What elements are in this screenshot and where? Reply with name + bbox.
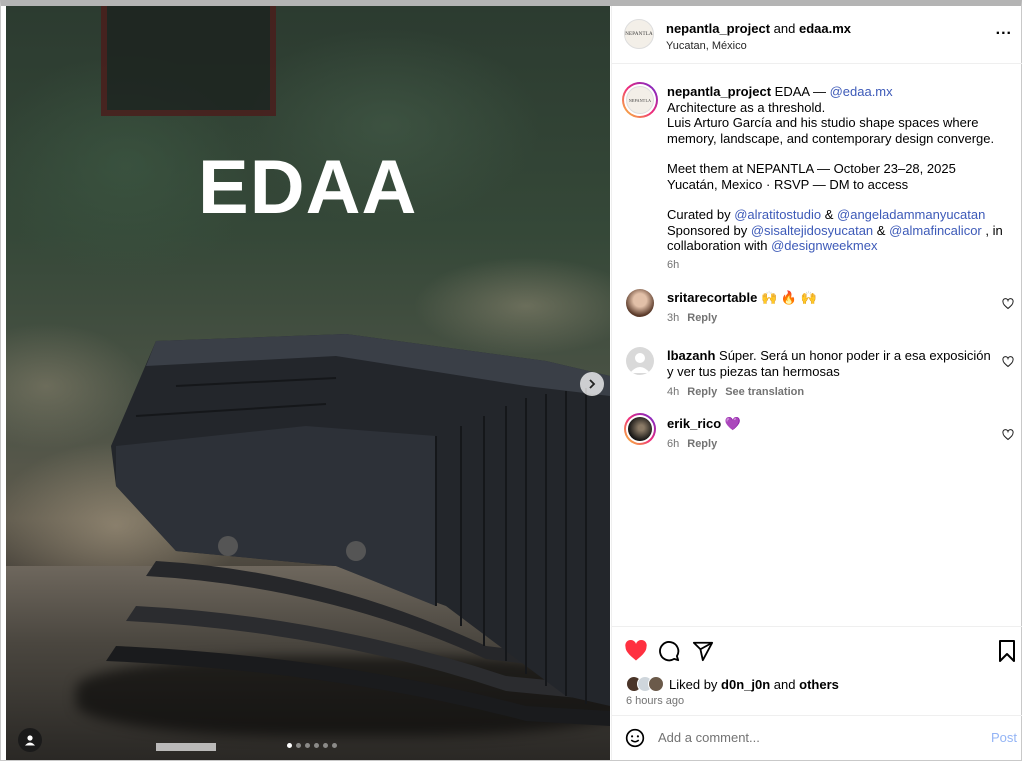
see-translation-button[interactable]: See translation: [725, 386, 804, 398]
save-bookmark-icon[interactable]: [998, 640, 1016, 662]
likes-summary: Liked by d0n_j0n and others: [626, 676, 839, 692]
post-timestamp: 6 hours ago: [626, 695, 685, 707]
carousel-indicator: [287, 743, 337, 748]
mention-link[interactable]: @alratitostudio: [734, 207, 821, 222]
carousel-dot: [314, 743, 319, 748]
reply-button[interactable]: Reply: [687, 438, 717, 450]
caption-time: 6h: [667, 258, 680, 271]
tagged-users-button[interactable]: [18, 728, 42, 752]
location-link[interactable]: Yucatan, México: [666, 40, 747, 52]
comment-time: 4h: [667, 386, 680, 398]
mention-link[interactable]: @edaa.mx: [830, 84, 893, 99]
carousel-dot: [332, 743, 337, 748]
chevron-right-icon: [589, 379, 596, 389]
carousel-dot: [305, 743, 310, 748]
post-caption: nepantla_project EDAA — @edaa.mx Archite…: [667, 84, 1007, 273]
post-actions: Liked by d0n_j0n and others 6 hours ago: [612, 626, 1022, 718]
comment-icon[interactable]: [658, 640, 680, 662]
media-headline: EDAA: [198, 145, 418, 230]
commenter-avatar[interactable]: [624, 413, 656, 445]
post-comment-button[interactable]: Post: [991, 730, 1017, 745]
comment-like-icon[interactable]: [1002, 298, 1014, 310]
reply-button[interactable]: Reply: [687, 386, 717, 398]
mention-link[interactable]: @almafincalicor: [889, 223, 982, 238]
carousel-dot: [287, 743, 292, 748]
carousel-next-button[interactable]: [580, 372, 604, 396]
mention-link[interactable]: @sisaltejidosyucatan: [751, 223, 873, 238]
like-heart-icon[interactable]: [624, 639, 648, 663]
carousel-dot: [296, 743, 301, 748]
comment-text: 💜: [724, 416, 742, 431]
caption-username[interactable]: nepantla_project: [667, 84, 771, 99]
mention-link[interactable]: @angeladammanyucatan: [837, 207, 985, 222]
comment-like-icon[interactable]: [1002, 429, 1014, 441]
mention-link[interactable]: @designweekmex: [771, 238, 877, 253]
comment-time: 6h: [667, 438, 680, 450]
commenter-username[interactable]: lbazanh: [667, 348, 715, 363]
commenter-avatar[interactable]: [626, 289, 654, 317]
post-media[interactable]: EDAA: [6, 6, 610, 760]
share-icon[interactable]: [692, 640, 714, 662]
header-collaborator-link[interactable]: edaa.mx: [799, 21, 851, 36]
header-joiner: and: [773, 21, 796, 36]
default-user-icon: [630, 353, 650, 373]
header-usernames: nepantla_project and edaa.mx: [666, 21, 851, 36]
caption-avatar[interactable]: NEPANTLA: [622, 82, 658, 118]
commenter-avatar[interactable]: [626, 347, 654, 375]
more-options-button[interactable]: ...: [996, 21, 1012, 39]
commenter-username[interactable]: sritarecortable: [667, 290, 757, 305]
liker-avatar: [648, 676, 664, 692]
user-icon: [25, 735, 35, 746]
post-side-panel: NEPANTLA nepantla_project and edaa.mx Yu…: [611, 6, 1022, 760]
liker-username-link[interactable]: d0n_j0n: [721, 677, 770, 692]
post-header: NEPANTLA nepantla_project and edaa.mx Yu…: [612, 6, 1022, 64]
header-account-link[interactable]: nepantla_project: [666, 21, 770, 36]
comment-text: 🙌 🔥 🙌: [760, 290, 817, 305]
commenter-username[interactable]: erik_rico: [667, 416, 721, 431]
comment-time: 3h: [667, 312, 680, 324]
emoji-icon[interactable]: [625, 728, 645, 748]
comment-composer: Add a comment... Post: [612, 715, 1022, 760]
reply-button[interactable]: Reply: [687, 312, 717, 324]
comment-input[interactable]: Add a comment...: [658, 730, 760, 745]
likes-others-link[interactable]: others: [799, 677, 839, 692]
sculpture-image: [106, 334, 610, 751]
comment-text: Súper. Será un honor poder ir a esa expo…: [667, 348, 991, 379]
account-avatar[interactable]: NEPANTLA: [624, 19, 654, 49]
comment-like-icon[interactable]: [1002, 356, 1014, 368]
carousel-dot: [323, 743, 328, 748]
